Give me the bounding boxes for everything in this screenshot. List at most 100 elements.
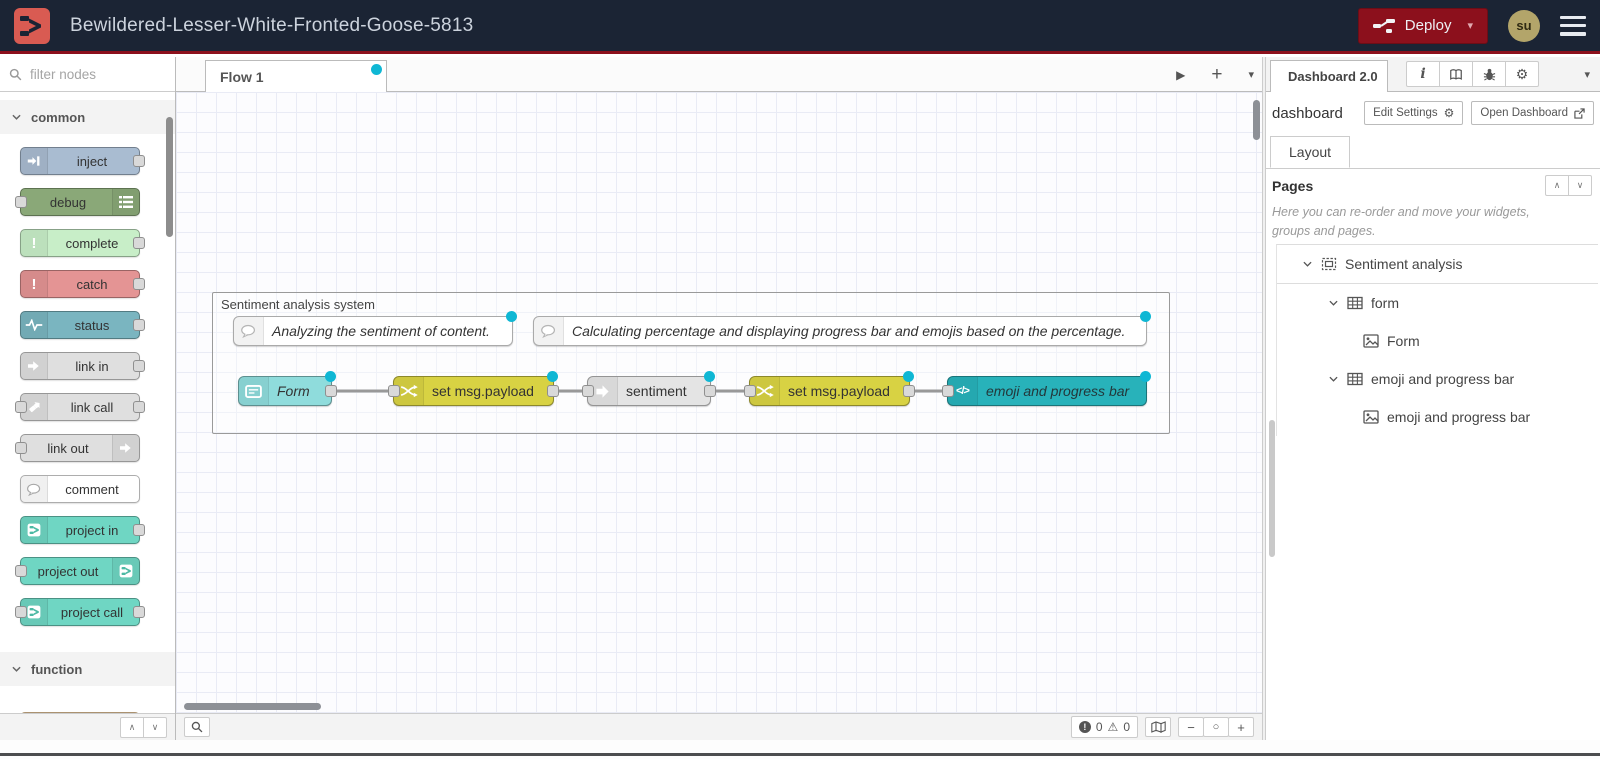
output-port[interactable] (547, 385, 559, 397)
external-link-icon (1574, 107, 1585, 119)
info-tab-button[interactable]: i (1406, 61, 1440, 87)
palette-node-link-in[interactable]: link in (20, 352, 145, 380)
palette-node-comment[interactable]: comment (20, 475, 140, 503)
tree-item-page[interactable]: Sentiment analysis (1277, 245, 1598, 284)
group-icon (1347, 372, 1363, 386)
input-port[interactable] (15, 606, 27, 618)
layout-tree: Sentiment analysis form Form emoji and p… (1276, 244, 1598, 436)
change-node[interactable]: set msg.payload (744, 371, 915, 406)
input-port[interactable] (942, 385, 954, 397)
debug-tab-button[interactable] (1472, 61, 1506, 87)
workspace-footer: ! 0 ⚠ 0 − ○ + (176, 713, 1262, 740)
input-port[interactable] (15, 401, 27, 413)
tab-layout[interactable]: Layout (1270, 136, 1351, 168)
palette-node-debug[interactable]: debug (15, 188, 140, 216)
deploy-options-chevron-icon[interactable]: ▾ (1467, 19, 1473, 32)
sidebar-scrollbar[interactable] (1269, 420, 1275, 557)
palette-node-catch[interactable]: ! catch (20, 270, 145, 298)
output-port[interactable] (133, 155, 145, 167)
output-port[interactable] (133, 237, 145, 249)
warning-icon: ⚠ (1107, 720, 1119, 734)
comment-node[interactable]: Analyzing the sentiment of content. (233, 311, 517, 346)
input-port[interactable] (744, 385, 756, 397)
output-port[interactable] (133, 401, 145, 413)
output-port[interactable] (133, 360, 145, 372)
expand-all-button[interactable]: ∨ (1568, 175, 1592, 196)
output-port[interactable] (325, 385, 337, 397)
error-count: 0 (1095, 720, 1103, 734)
palette-node-status[interactable]: status (20, 311, 145, 339)
input-port[interactable] (388, 385, 400, 397)
palette-node-project-in[interactable]: project in (20, 516, 145, 544)
sentiment-node[interactable]: sentiment (582, 371, 716, 406)
input-port[interactable] (582, 385, 594, 397)
chevron-down-icon (12, 114, 21, 120)
canvas-vertical-scrollbar[interactable] (1253, 100, 1260, 140)
input-port[interactable] (15, 565, 27, 577)
pages-title: Pages (1272, 177, 1314, 194)
change-node[interactable]: set msg.payload (388, 371, 559, 406)
canvas-search-button[interactable] (184, 717, 210, 737)
palette-node-project-out[interactable]: project out (15, 557, 140, 585)
palette-category-common[interactable]: common (0, 100, 175, 134)
palette-category-function[interactable]: function (0, 652, 175, 686)
output-port[interactable] (903, 385, 915, 397)
tree-item-group[interactable]: form (1277, 284, 1598, 322)
comment-node[interactable]: Calculating percentage and displaying pr… (533, 311, 1151, 346)
user-avatar[interactable]: su (1508, 9, 1540, 42)
zoom-out-button[interactable]: − (1178, 717, 1204, 737)
collapse-all-button[interactable]: ∧ (1545, 175, 1569, 196)
flow-list-chevron-icon[interactable]: ▾ (1248, 68, 1254, 81)
output-port[interactable] (133, 524, 145, 536)
widget-image-icon (1363, 410, 1379, 424)
palette-node-complete[interactable]: ! complete (20, 229, 145, 257)
main-menu-icon[interactable] (1560, 15, 1586, 36)
palette-footer: ∧ ∨ (0, 713, 175, 740)
palette-node-link-call[interactable]: link call (15, 393, 145, 421)
sidebar-tabs-chevron-icon[interactable]: ▾ (1584, 57, 1590, 92)
chevron-down-icon[interactable] (1303, 261, 1313, 267)
chevron-down-icon[interactable] (1329, 376, 1339, 382)
node-red-editor: Bewildered-Lesser-White-Fronted-Goose-58… (0, 0, 1600, 759)
palette-scrollbar[interactable] (166, 117, 173, 237)
deploy-button[interactable]: Deploy ▾ (1357, 7, 1488, 44)
edit-settings-button[interactable]: Edit Settings ⚙ (1364, 101, 1464, 125)
tree-item-widget[interactable]: emoji and progress bar (1277, 398, 1598, 436)
palette-search[interactable] (0, 57, 175, 92)
book-icon (1450, 68, 1462, 80)
navigator-button[interactable] (1145, 717, 1171, 737)
add-flow-icon[interactable]: + (1211, 64, 1222, 86)
comment-bubble-icon (21, 476, 48, 502)
chevron-down-icon[interactable] (1329, 300, 1339, 306)
zoom-reset-button[interactable]: ○ (1203, 717, 1229, 737)
input-port[interactable] (15, 442, 27, 454)
input-port[interactable] (15, 196, 27, 208)
tab-flow-1[interactable]: Flow 1 (205, 60, 387, 92)
widget-image-icon (1363, 334, 1379, 348)
palette-node-link-out[interactable]: link out (15, 434, 140, 462)
output-port[interactable] (133, 278, 145, 290)
output-port[interactable] (133, 319, 145, 331)
filter-nodes-input[interactable] (28, 65, 152, 83)
output-port[interactable] (133, 606, 145, 618)
tree-item-group[interactable]: emoji and progress bar (1277, 360, 1598, 398)
palette-expand-all-button[interactable]: ∨ (143, 716, 167, 738)
palette-collapse-all-button[interactable]: ∧ (120, 716, 144, 738)
palette-node-project-call[interactable]: project call (15, 598, 145, 626)
palette-node-inject[interactable]: inject (20, 147, 145, 175)
link-out-icon (112, 435, 139, 461)
ui-template-node[interactable]: </> emoji and progress bar (942, 371, 1151, 406)
tree-item-widget[interactable]: Form (1277, 322, 1598, 360)
zoom-in-button[interactable]: + (1228, 717, 1254, 737)
ui-form-node[interactable]: Form (238, 371, 337, 406)
help-tab-button[interactable] (1439, 61, 1473, 87)
config-tab-button[interactable]: ⚙ (1505, 61, 1539, 87)
canvas-horizontal-scrollbar[interactable] (184, 703, 321, 710)
node-red-logo-icon (14, 7, 50, 44)
output-port[interactable] (704, 385, 716, 397)
flow-canvas[interactable]: Sentiment analysis system Analyzing the … (176, 92, 1262, 713)
tab-dashboard-2[interactable]: Dashboard 2.0 (1270, 60, 1388, 92)
open-dashboard-button[interactable]: Open Dashboard (1471, 101, 1594, 125)
flow-status-counts[interactable]: ! 0 ⚠ 0 (1070, 716, 1138, 738)
run-flows-icon[interactable]: ▶ (1176, 68, 1185, 82)
